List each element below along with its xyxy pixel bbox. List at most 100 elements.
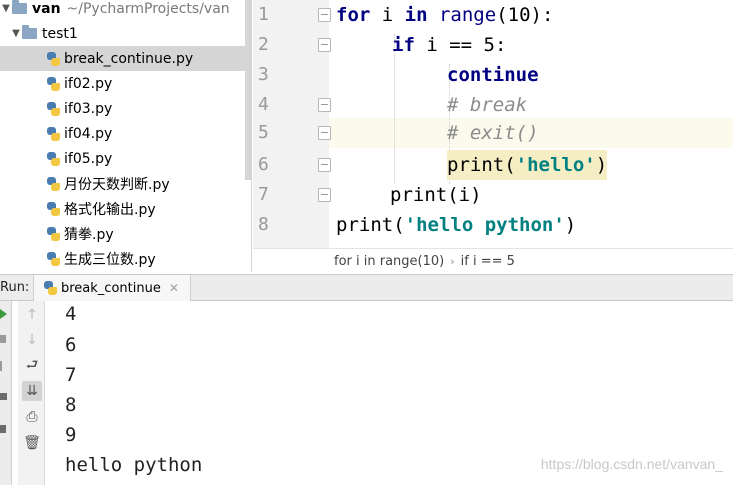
line-number: 2 — [258, 34, 269, 55]
console-toolbar: ↑ ↓ ⮐ ⇊ ⎙ 🗑 — [18, 301, 45, 485]
line-number: 3 — [258, 64, 269, 85]
file-name: 月份天数判断.py — [64, 176, 170, 193]
code-line-4[interactable]: # break — [447, 90, 527, 120]
code-line-3[interactable]: continue — [447, 60, 539, 90]
chevron-down-icon[interactable]: ▼ — [0, 3, 12, 14]
file-name: if03.py — [64, 100, 113, 117]
code-text: (10): — [496, 4, 554, 26]
output-line: 6 — [65, 334, 77, 356]
line-number: 7 — [258, 184, 269, 205]
keyword: in — [404, 4, 428, 26]
run-label: Run: — [0, 280, 30, 295]
fold-icon[interactable] — [318, 8, 331, 22]
folder-name: test1 — [42, 25, 78, 42]
python-file-icon — [47, 126, 60, 141]
code-line-8[interactable]: print('hello python') — [336, 210, 576, 240]
code-line-2[interactable]: if i == 5: — [392, 30, 506, 60]
fold-icon[interactable] — [318, 126, 331, 140]
run-panel-header: Run: break_continue ✕ — [0, 274, 733, 301]
file-name: 生成三位数.py — [64, 251, 156, 268]
python-file-icon — [47, 201, 60, 216]
file-name: if05.py — [64, 150, 113, 167]
breadcrumb-item[interactable]: if i == 5 — [461, 254, 515, 269]
output-line: hello python — [65, 454, 203, 476]
python-file-icon — [47, 251, 60, 266]
python-file-icon — [47, 101, 60, 116]
tree-file[interactable]: if03.py — [0, 96, 251, 121]
output-line: 4 — [65, 303, 77, 325]
code-line-7[interactable]: print(i) — [390, 180, 482, 210]
close-icon[interactable]: ✕ — [169, 281, 179, 295]
run-controls — [0, 309, 7, 433]
code-text: i — [370, 4, 405, 26]
chevron-down-icon[interactable]: ▼ — [10, 28, 22, 39]
tree-file[interactable]: if04.py — [0, 121, 251, 146]
keyword: for — [336, 4, 371, 26]
file-name: break_continue.py — [64, 50, 194, 67]
fold-icon[interactable] — [318, 38, 331, 52]
breadcrumb: for i in range(10) › if i == 5 — [253, 248, 733, 274]
tree-file[interactable]: 生成三位数.py — [0, 246, 251, 271]
run-tab[interactable]: break_continue ✕ — [33, 275, 191, 301]
code-text: print( — [336, 214, 405, 236]
code-text: print( — [447, 154, 516, 176]
project-tree: ▼ van ~/PycharmProjects/van ▼ test1 brea… — [0, 0, 252, 272]
pin-icon[interactable] — [0, 425, 6, 433]
stop-icon[interactable] — [0, 335, 6, 343]
line-number: 5 — [258, 122, 269, 143]
line-number: 4 — [258, 94, 269, 115]
line-number: 1 — [258, 4, 269, 25]
python-file-icon — [47, 151, 60, 166]
arrow-up-icon[interactable]: ↑ — [22, 305, 42, 325]
line-number: 6 — [258, 154, 269, 175]
print-icon[interactable]: ⎙ — [22, 407, 42, 427]
file-name: 格式化输出.py — [64, 201, 156, 218]
tree-file[interactable]: 猜拳.py — [0, 221, 251, 246]
run-left-toolbar — [0, 301, 12, 485]
python-file-icon — [47, 226, 60, 241]
keyword: continue — [447, 64, 539, 86]
arrow-down-icon[interactable]: ↓ — [22, 330, 42, 350]
code-line-6[interactable]: print('hello') — [447, 150, 608, 180]
string-literal: 'hello' — [515, 154, 596, 176]
tree-file[interactable]: break_continue.py — [0, 46, 251, 71]
keyword: if — [392, 34, 415, 56]
fold-icon[interactable] — [318, 158, 331, 172]
string-literal: 'hello python' — [404, 214, 565, 236]
code-line-1[interactable]: for i in range(10): — [336, 0, 553, 30]
code-editor[interactable]: 1 2 3 4 5 6 7 8 for i in range(10): if i… — [253, 0, 733, 248]
breadcrumb-item[interactable]: for i in range(10) — [334, 254, 444, 269]
python-file-icon — [47, 176, 60, 191]
output-line: 9 — [65, 424, 77, 446]
tree-folder-test1[interactable]: ▼ test1 — [0, 21, 251, 46]
python-file-icon — [44, 281, 57, 295]
output-line: 8 — [65, 394, 77, 416]
code-text: ) — [564, 214, 577, 236]
trash-icon[interactable]: 🗑 — [22, 433, 42, 453]
scroll-to-end-icon[interactable]: ⇊ — [22, 381, 42, 401]
soft-wrap-icon[interactable]: ⮐ — [22, 356, 42, 376]
tree-file[interactable]: 格式化输出.py — [0, 196, 251, 221]
tree-scrollbar[interactable] — [245, 0, 251, 180]
python-file-icon — [47, 51, 60, 66]
tree-root[interactable]: ▼ van ~/PycharmProjects/van — [0, 0, 251, 21]
root-path: ~/PycharmProjects/van — [66, 0, 230, 17]
tree-file[interactable]: if02.py — [0, 71, 251, 96]
code-text: i == 5: — [414, 34, 507, 56]
python-file-icon — [47, 76, 60, 91]
fold-icon[interactable] — [318, 188, 331, 202]
file-name: if04.py — [64, 125, 113, 142]
line-number: 8 — [258, 214, 269, 235]
tree-file[interactable]: if05.py — [0, 146, 251, 171]
folder-icon — [22, 25, 37, 39]
watermark: https://blog.csdn.net/vanvan_ — [540, 456, 723, 472]
tree-file[interactable]: 月份天数判断.py — [0, 171, 251, 196]
layout-icon[interactable] — [0, 393, 7, 400]
rerun-icon[interactable] — [0, 309, 7, 319]
fold-icon[interactable] — [318, 98, 331, 112]
builtin-function: range — [427, 4, 497, 26]
code-line-5[interactable]: # exit() — [447, 118, 539, 148]
code-text: ) — [595, 154, 608, 176]
pause-icon[interactable] — [0, 361, 2, 371]
run-tab-label: break_continue — [61, 280, 161, 296]
